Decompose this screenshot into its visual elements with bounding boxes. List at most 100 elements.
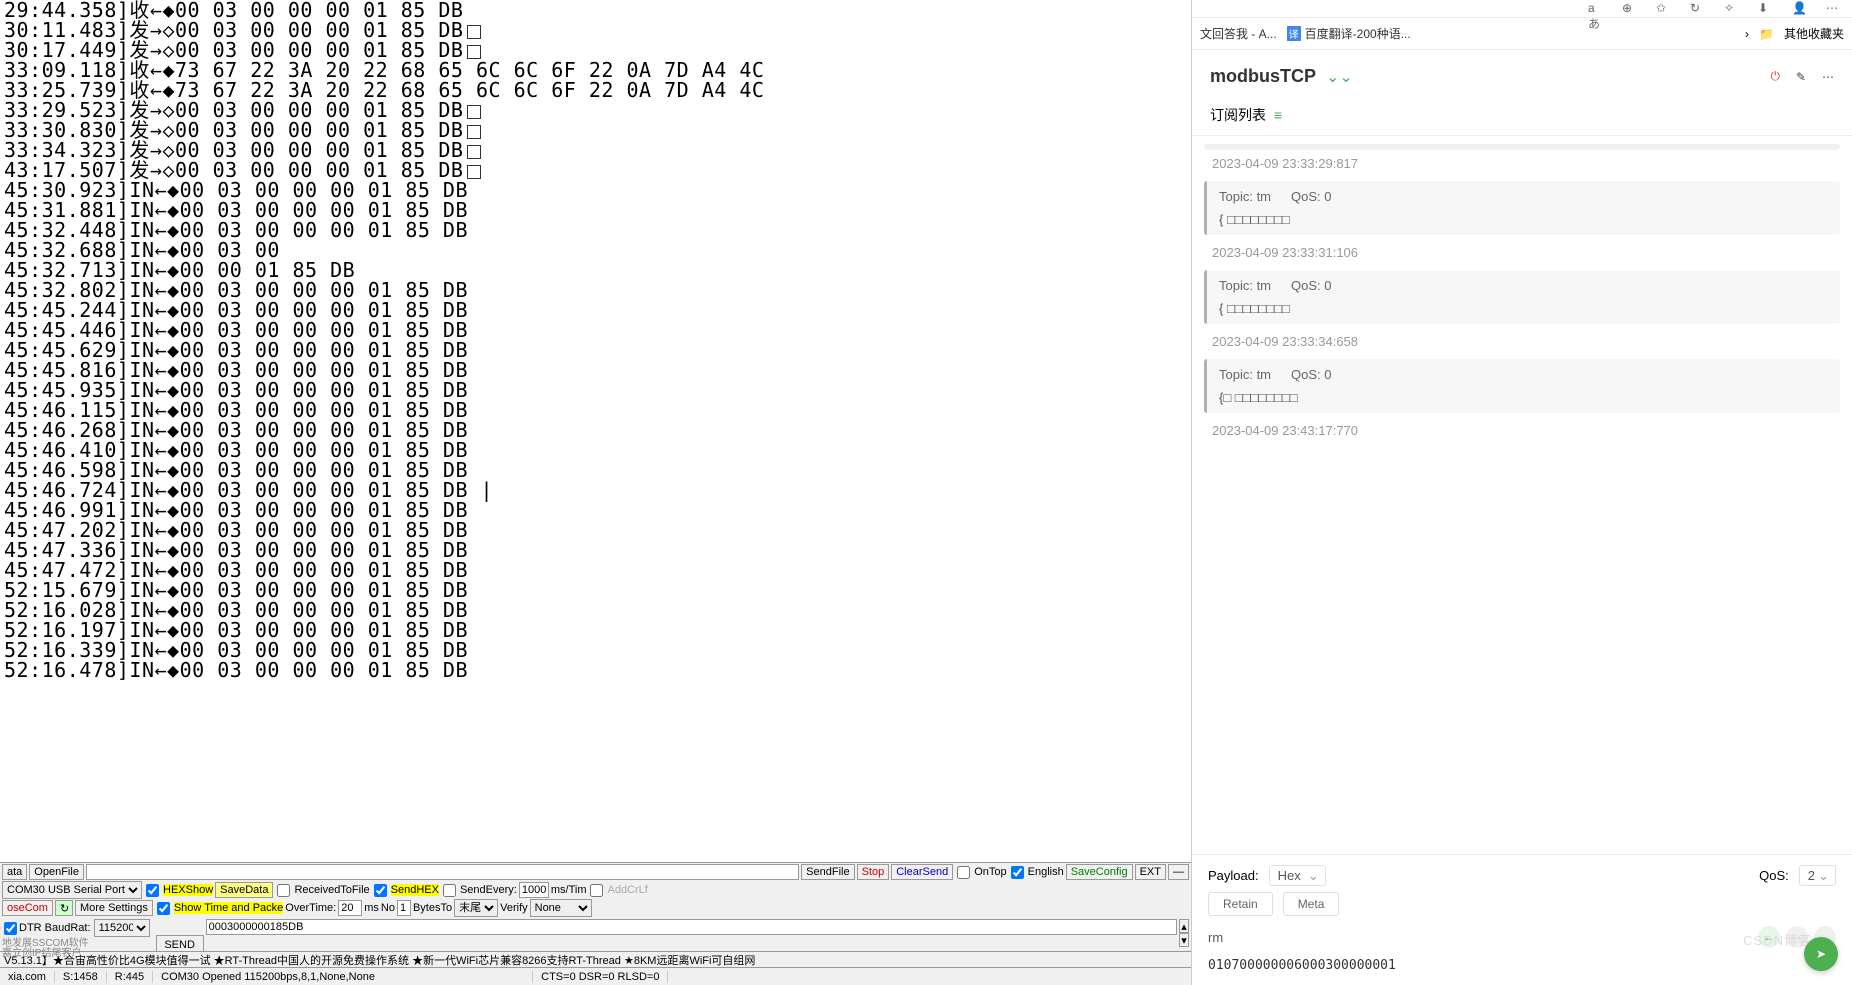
more-browser-icon[interactable]: ⋯ [1826, 1, 1842, 17]
log-line: 52:16.339]IN←◆00 03 00 00 00 01 85 DB [4, 640, 1187, 660]
verify-label: Verify [500, 902, 528, 914]
ata-button[interactable]: ata [2, 864, 27, 880]
other-bookmarks-label[interactable]: 其他收藏夹 [1784, 25, 1844, 42]
verify-select[interactable]: None [530, 899, 592, 917]
side-text-2: 嘉立创IP结尾客户 [2, 949, 150, 959]
port-select[interactable]: COM30 USB Serial Port [2, 881, 142, 899]
qos-select[interactable]: 2 [1799, 865, 1836, 886]
baudrate-select[interactable]: 115200 [94, 919, 150, 937]
more-settings-button[interactable]: More Settings [75, 900, 153, 916]
log-line: 30:17.449]发→◇00 03 00 00 00 01 85 DB [4, 40, 1187, 60]
stop-button[interactable]: Stop [857, 864, 890, 880]
dtr-checkbox[interactable] [4, 922, 17, 935]
log-line: 33:34.323]发→◇00 03 00 00 00 01 85 DB [4, 140, 1187, 160]
file-path-input[interactable] [86, 864, 799, 880]
status-site: xia.com [0, 971, 55, 983]
message-time: 2023-04-09 23:33:34:658 [1204, 330, 1840, 353]
chevron-down-icon[interactable]: ⌄⌄ [1326, 67, 1353, 87]
log-line: 45:46.410]IN←◆00 03 00 00 00 01 85 DB [4, 440, 1187, 460]
hexshow-label: HEXShow [163, 884, 213, 896]
scroll-down-icon[interactable]: ▾ [1179, 933, 1189, 947]
meta-button[interactable]: Meta [1283, 892, 1340, 916]
sendevery-checkbox[interactable] [443, 884, 456, 897]
log-line: 45:32.802]IN←◆00 03 00 00 00 01 85 DB [4, 280, 1187, 300]
no-input[interactable] [397, 900, 411, 916]
power-icon[interactable]: ⏻ [1770, 69, 1780, 84]
log-line: 45:45.816]IN←◆00 03 00 00 00 01 85 DB [4, 360, 1187, 380]
message-topic: Topic: tm [1219, 189, 1271, 204]
text-size-icon[interactable]: aあ [1588, 1, 1604, 17]
showtime-checkbox[interactable] [157, 902, 170, 915]
log-line: 45:46.991]IN←◆00 03 00 00 00 01 85 DB [4, 500, 1187, 520]
log-line: 45:45.629]IN←◆00 03 00 00 00 01 85 DB [4, 340, 1187, 360]
payload-format-select[interactable]: Hex [1269, 865, 1326, 886]
dtr-label: DTR [19, 922, 42, 934]
marquee-text: V5.13.1】★合宙高性价比4G模块值得一试 ★RT-Thread中国人的开源… [0, 951, 1191, 967]
bookmark-item-1[interactable]: 文回答我 - A... [1200, 25, 1277, 42]
message-bar [1204, 144, 1840, 150]
mstim-label: ms/Tim [551, 884, 587, 896]
status-r: R:445 [107, 971, 153, 983]
save-data-button[interactable]: SaveData [215, 882, 273, 898]
favorites-icon[interactable]: ✧ [1724, 1, 1740, 17]
send-file-button[interactable]: SendFile [801, 864, 854, 880]
collapse-button[interactable]: — [1168, 864, 1189, 880]
bookmark-label: 文回答我 - A... [1200, 25, 1277, 42]
profile-icon[interactable]: 👤 [1792, 1, 1808, 17]
folder-icon[interactable]: 📁 [1759, 27, 1774, 41]
bytesto-label: BytesTo [413, 902, 452, 914]
subscription-header: 订阅列表 ≡ [1192, 95, 1852, 136]
closecom-button[interactable]: oseCom [2, 900, 53, 916]
back-arrow-icon[interactable]: ← [1758, 926, 1780, 948]
list-icon[interactable]: ≡ [1274, 107, 1282, 123]
refresh-browser-icon[interactable]: ↻ [1690, 1, 1706, 17]
serial-log: 29:44.358]收←◆00 03 00 00 00 01 85 DB30:1… [0, 0, 1191, 862]
download-icon[interactable]: ⬇ [1758, 1, 1774, 17]
english-checkbox[interactable] [1011, 866, 1024, 879]
chevron-right-icon[interactable]: › [1745, 27, 1749, 41]
clear-send-button[interactable]: ClearSend [891, 864, 953, 880]
open-file-button[interactable]: OpenFile [29, 864, 84, 880]
retain-button[interactable]: Retain [1208, 892, 1273, 916]
interval-input[interactable] [519, 882, 549, 898]
log-line: 45:45.244]IN←◆00 03 00 00 00 01 85 DB [4, 300, 1187, 320]
recvtofile-checkbox[interactable] [277, 884, 290, 897]
log-line: 45:31.881]IN←◆00 03 00 00 00 01 85 DB [4, 200, 1187, 220]
log-line: 45:32.448]IN←◆00 03 00 00 00 01 85 DB [4, 220, 1187, 240]
scroll-up-icon[interactable]: ▴ [1179, 919, 1189, 933]
message-topic: Topic: tm [1219, 278, 1271, 293]
more-icon[interactable]: ⋯ [1822, 70, 1834, 84]
log-line: 45:30.923]IN←◆00 03 00 00 00 01 85 DB [4, 180, 1187, 200]
log-line: 45:46.268]IN←◆00 03 00 00 00 01 85 DB [4, 420, 1187, 440]
overtime-input[interactable] [338, 900, 362, 916]
log-line: 45:32.713]IN←◆00 00 01 85 DB [4, 260, 1187, 280]
bookmark-label: 百度翻译-200种语... [1305, 25, 1411, 42]
status-cts: CTS=0 DSR=0 RLSD=0 [533, 971, 668, 983]
ontop-label: OnTop [974, 866, 1006, 878]
hexshow-checkbox[interactable] [146, 884, 159, 897]
send-hex-input[interactable] [206, 919, 1177, 935]
bookmark-item-2[interactable]: 译 百度翻译-200种语... [1287, 25, 1411, 42]
save-config-button[interactable]: SaveConfig [1066, 864, 1133, 880]
send-fab-icon[interactable]: ➤ [1804, 937, 1838, 971]
refresh-icon[interactable]: ↻ [55, 900, 73, 916]
ontop-checkbox[interactable] [957, 866, 970, 879]
overtime-label: OverTime: [285, 902, 336, 914]
log-line: 45:45.446]IN←◆00 03 00 00 00 01 85 DB [4, 320, 1187, 340]
ext-button[interactable]: EXT [1135, 864, 1166, 880]
minus-icon[interactable]: – [1786, 926, 1808, 948]
baudrate-label: BaudRat: [45, 922, 91, 934]
browser-toolbar: aあ ⊕ ✩ ↻ ✧ ⬇ 👤 ⋯ [1192, 0, 1852, 18]
message-qos: QoS: 0 [1291, 278, 1331, 293]
star-icon[interactable]: ✩ [1656, 1, 1672, 17]
sendhex-checkbox[interactable] [374, 884, 387, 897]
edit-icon[interactable]: ✎ [1796, 70, 1806, 84]
english-label: English [1028, 866, 1064, 878]
log-line: 52:16.197]IN←◆00 03 00 00 00 01 85 DB [4, 620, 1187, 640]
message-time: 2023-04-09 23:43:17:770 [1204, 419, 1840, 442]
rm-text: rm [1208, 930, 1223, 945]
addcrlf-checkbox[interactable] [590, 884, 603, 897]
tail-select[interactable]: 末尾 [454, 899, 498, 917]
zoom-icon[interactable]: ⊕ [1622, 1, 1638, 17]
log-line: 33:30.830]发→◇00 03 00 00 00 01 85 DB [4, 120, 1187, 140]
